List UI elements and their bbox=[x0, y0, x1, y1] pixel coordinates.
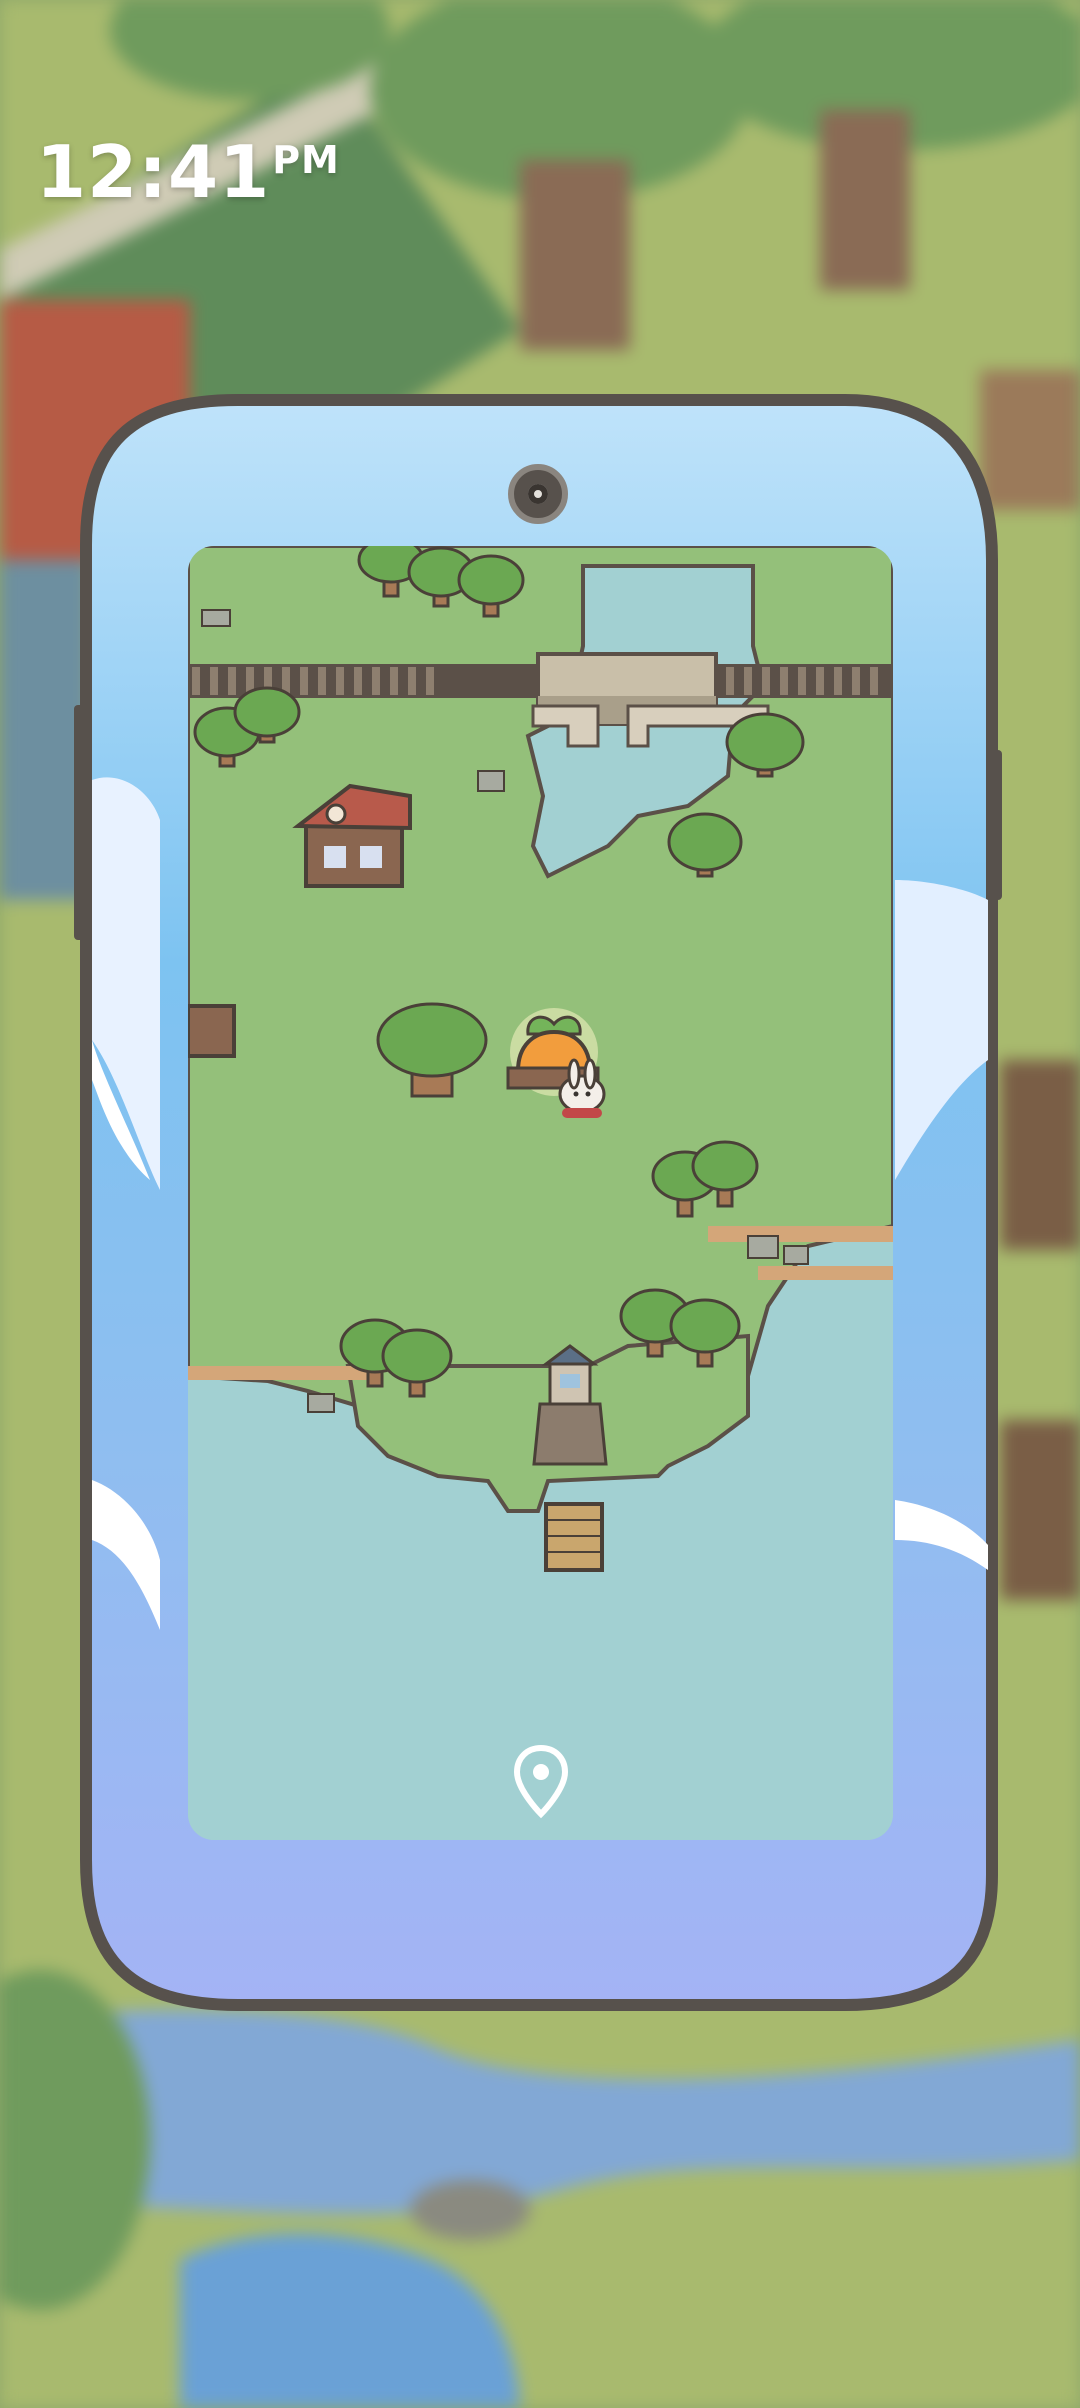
map-screen[interactable] bbox=[188, 546, 893, 1840]
location-pin-icon bbox=[513, 1744, 569, 1819]
lighthouse bbox=[532, 1344, 608, 1466]
island-map[interactable] bbox=[188, 546, 893, 1840]
camera-icon bbox=[508, 464, 568, 524]
location-pin-button[interactable] bbox=[512, 1744, 570, 1820]
dock bbox=[544, 1502, 604, 1572]
